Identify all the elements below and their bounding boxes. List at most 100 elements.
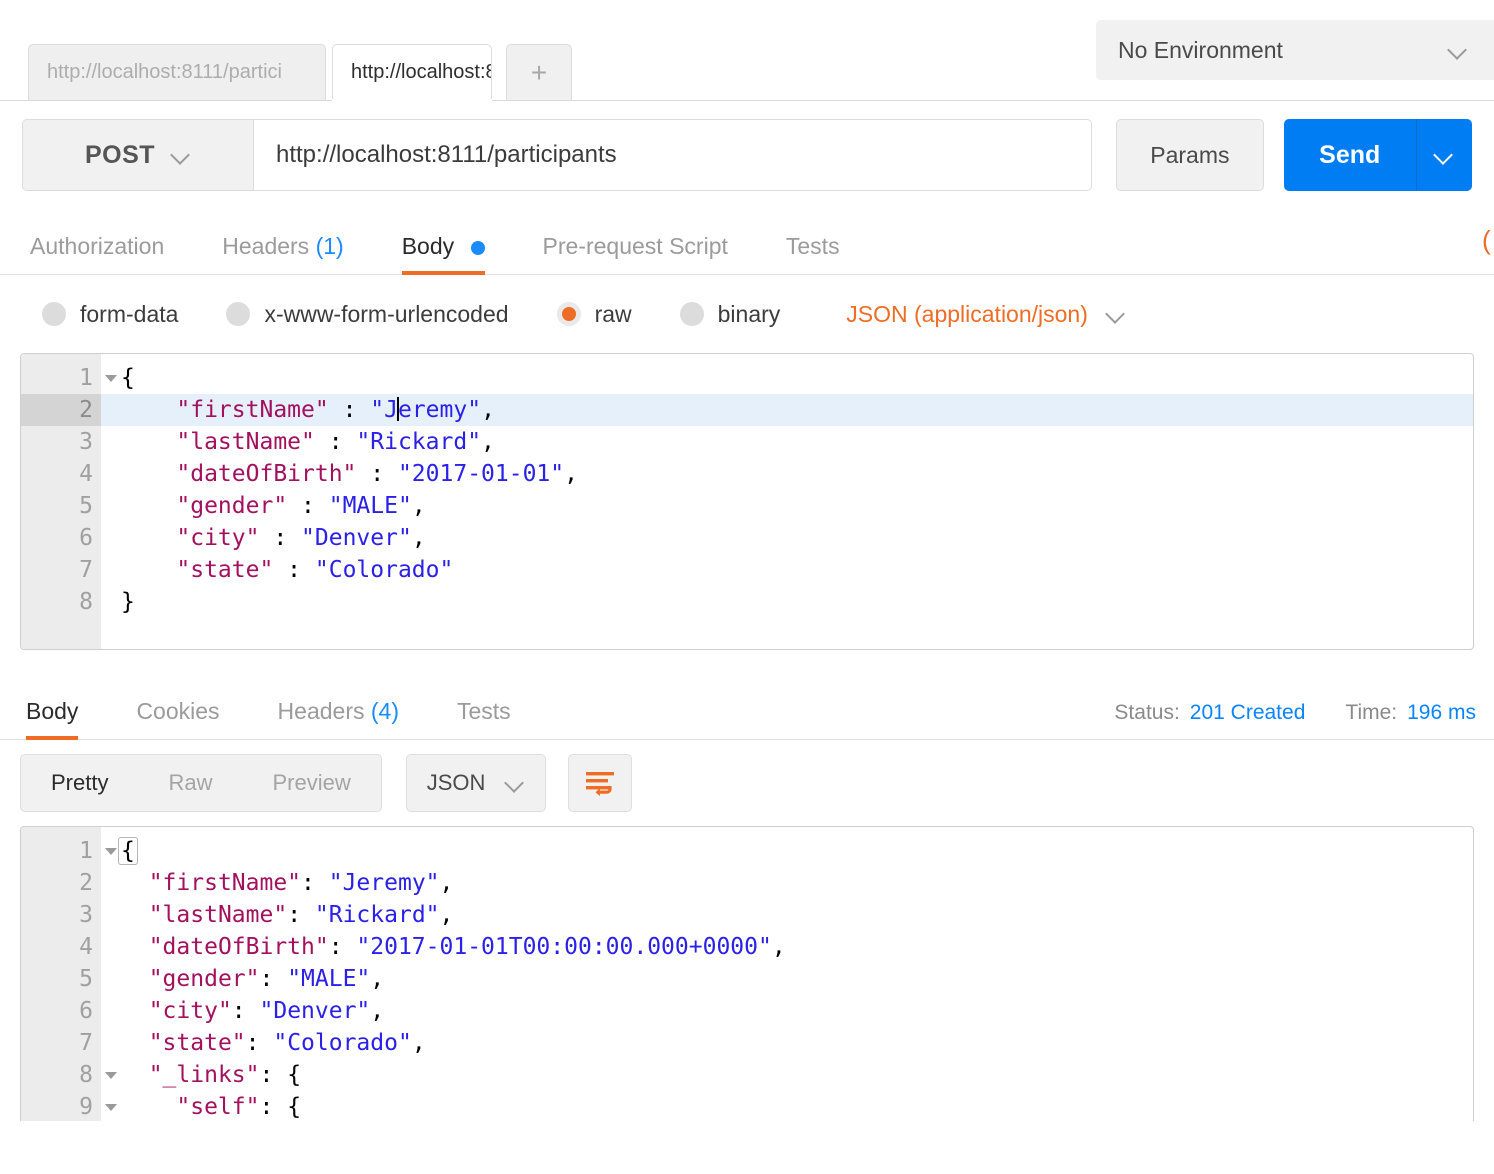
line-number: 4 — [79, 461, 93, 487]
content-type-label: JSON (application/json) — [846, 300, 1088, 327]
radio-label: form-data — [80, 300, 179, 327]
fold-arrow-icon[interactable] — [105, 375, 117, 382]
params-button[interactable]: Params — [1116, 119, 1264, 191]
body-type-raw[interactable]: raw — [556, 301, 632, 328]
response-body-editor[interactable]: 1 2 3 4 5 6 7 8 9 { "firstName": "Jeremy… — [20, 826, 1474, 1121]
offscreen-link-fragment[interactable]: ( — [1482, 225, 1494, 256]
response-format-select[interactable]: JSON — [405, 754, 547, 812]
response-tab-cookies[interactable]: Cookies — [136, 698, 219, 739]
request-tab-inactive[interactable]: http://localhost:8111/partici — [28, 44, 326, 100]
send-button[interactable]: Send — [1283, 119, 1416, 191]
environment-selector[interactable]: No Environment — [1096, 20, 1494, 80]
radio-icon — [42, 302, 66, 326]
response-editor-code[interactable]: { "firstName": "Jeremy", "lastName": "Ri… — [101, 827, 1473, 1121]
fold-arrow-icon[interactable] — [105, 1104, 117, 1111]
chevron-down-icon — [1434, 145, 1454, 165]
code-line: "state": "Colorado", — [148, 1030, 426, 1056]
chevron-down-icon — [505, 773, 525, 793]
response-view-mode-group: Pretty Raw Preview — [20, 754, 382, 812]
response-tab-body[interactable]: Body — [26, 698, 79, 740]
tab-label: Headers — [222, 233, 310, 259]
response-headers-count-badge: (4) — [370, 698, 399, 724]
tab-label: Tests — [457, 698, 511, 724]
tab-body[interactable]: Body — [401, 233, 485, 275]
line-number: 5 — [79, 493, 93, 519]
line-number: 6 — [79, 998, 93, 1024]
code-line: "self": { — [176, 1094, 302, 1120]
tab-pre-request-script[interactable]: Pre-request Script — [543, 233, 728, 274]
line-number: 8 — [79, 589, 93, 615]
send-button-group: Send — [1283, 119, 1472, 191]
request-tab-active[interactable]: http://localhost:8111/ ✕ — [332, 44, 492, 100]
code-line: "dateOfBirth" : "2017-01-01", — [176, 461, 578, 487]
radio-label: binary — [717, 300, 781, 327]
radio-selected-icon — [556, 302, 581, 326]
code-line: "lastName" : "Rickard", — [176, 429, 495, 455]
tab-label: Authorization — [30, 233, 165, 259]
body-type-binary[interactable]: binary — [679, 300, 781, 328]
body-type-urlencoded[interactable]: x-www-form-urlencoded — [226, 300, 509, 328]
tab-label: Headers — [277, 698, 365, 724]
code-line: "firstName" : "Jeremy", — [101, 394, 1473, 426]
code-line: "city": "Denver", — [148, 998, 385, 1024]
code-line: "city" : "Denver", — [176, 525, 426, 551]
time-label: Time: — [1345, 701, 1398, 724]
line-number: 6 — [79, 525, 93, 551]
view-mode-preview[interactable]: Preview — [242, 755, 380, 811]
line-number: 5 — [79, 966, 93, 992]
code-line: } — [121, 589, 135, 615]
line-number: 4 — [79, 934, 93, 960]
line-number: 7 — [79, 1030, 93, 1056]
tab-label: Pre-request Script — [542, 233, 728, 259]
line-number: 8 — [21, 1059, 117, 1091]
request-tab-bar: http://localhost:8111/partici http://loc… — [0, 0, 1494, 101]
view-mode-raw[interactable]: Raw — [138, 755, 242, 811]
word-wrap-button[interactable] — [568, 754, 633, 812]
tab-tests[interactable]: Tests — [786, 233, 840, 274]
code-line: "gender" : "MALE", — [176, 493, 426, 519]
line-number: 1 — [21, 835, 117, 867]
body-modified-dot-icon — [470, 240, 485, 255]
line-number: 9 — [21, 1091, 117, 1121]
request-editor-gutter: 1 2 3 4 5 6 7 8 — [21, 354, 117, 649]
status-label: Status: — [1114, 701, 1180, 724]
response-tab-headers[interactable]: Headers (4) — [278, 698, 399, 739]
request-tab-label: http://localhost:8111/ — [351, 61, 491, 83]
http-method-select[interactable]: POST — [23, 120, 254, 190]
tab-label: Body — [401, 233, 455, 259]
request-section-tabs: Authorization Headers (1) Body Pre-reque… — [0, 213, 1494, 275]
radio-label: x-www-form-urlencoded — [264, 300, 509, 327]
fold-arrow-icon[interactable] — [105, 848, 117, 855]
request-body-editor[interactable]: 1 2 3 4 5 6 7 8 { "firstName" : "Jeremy"… — [20, 353, 1474, 650]
request-editor-code[interactable]: { "firstName" : "Jeremy", "lastName" : "… — [101, 354, 1473, 649]
tab-label: Body — [26, 698, 79, 724]
response-editor-gutter: 1 2 3 4 5 6 7 8 9 — [21, 827, 117, 1121]
response-section-tabs: Body Cookies Headers (4) Tests Status: 2… — [0, 674, 1494, 740]
url-input[interactable]: http://localhost:8111/participants — [254, 120, 1091, 190]
url-bar: POST http://localhost:8111/participants … — [0, 101, 1494, 213]
body-type-form-data[interactable]: form-data — [42, 301, 178, 328]
code-line: { — [101, 835, 1473, 867]
new-tab-button[interactable]: + — [506, 44, 572, 100]
code-line: "firstName": "Jeremy", — [148, 870, 454, 896]
send-options-button[interactable] — [1415, 119, 1472, 191]
code-line: "lastName": "Rickard", — [148, 902, 454, 928]
method-url-group: POST http://localhost:8111/participants — [22, 119, 1092, 191]
response-tab-tests[interactable]: Tests — [457, 698, 511, 739]
active-tab-underlay — [332, 99, 492, 101]
view-mode-pretty[interactable]: Pretty — [21, 755, 138, 811]
fold-arrow-icon[interactable] — [105, 1072, 117, 1079]
chevron-down-icon — [171, 145, 191, 165]
chevron-down-icon — [1106, 304, 1126, 324]
radio-icon — [679, 302, 704, 326]
content-type-select[interactable]: JSON (application/json) — [846, 301, 1126, 328]
code-line: "dateOfBirth": "2017-01-01T00:00:00.000+… — [148, 934, 786, 960]
tab-label: Tests — [785, 233, 840, 259]
tab-authorization[interactable]: Authorization — [30, 233, 164, 274]
request-tab-label: http://localhost:8111/partici — [47, 61, 282, 83]
tab-label: Cookies — [136, 698, 220, 724]
request-tabs-container: http://localhost:8111/partici http://loc… — [28, 44, 572, 100]
body-type-options: form-data x-www-form-urlencoded raw bina… — [0, 275, 1494, 353]
code-line: { — [121, 365, 135, 391]
tab-headers[interactable]: Headers (1) — [222, 233, 343, 274]
